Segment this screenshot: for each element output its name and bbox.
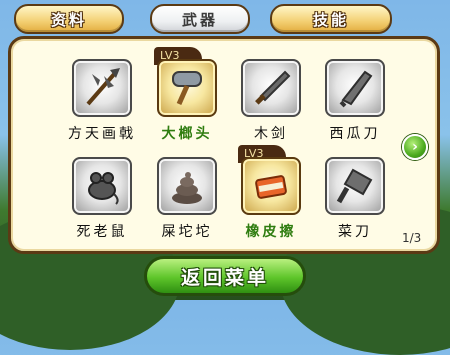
- tab-weapons-label: 武器: [181, 10, 218, 29]
- weapon-slot-hammer[interactable]: LV3 大榔头: [148, 47, 226, 145]
- dead-rat-icon: [72, 157, 132, 215]
- hammer-icon: [157, 59, 217, 117]
- tab-skills[interactable]: 技能: [270, 4, 392, 34]
- wooden-sword-icon: [241, 59, 301, 117]
- weapon-name: 死老鼠: [76, 224, 128, 240]
- tab-profile-label: 资料: [50, 10, 87, 29]
- weapon-name: 木剑: [254, 126, 288, 142]
- weapon-slot-wooden-sword[interactable]: 木剑: [232, 47, 310, 145]
- weapon-slot-cleaver[interactable]: 菜刀: [316, 145, 394, 243]
- cleaver-icon: [325, 157, 385, 215]
- weapon-name: 西瓜刀: [329, 126, 381, 142]
- page-indicator: 1/3: [402, 231, 422, 245]
- weapon-slot-eraser[interactable]: LV3 橡皮擦: [232, 145, 310, 243]
- weapon-slot-dead-rat[interactable]: 死老鼠: [63, 145, 141, 243]
- back-to-menu-label: 返回菜单: [180, 266, 269, 289]
- eraser-icon: [241, 157, 301, 215]
- machete-icon: [325, 59, 385, 117]
- tab-skills-label: 技能: [312, 10, 349, 29]
- weapon-name: 橡皮擦: [245, 224, 297, 240]
- next-page-button[interactable]: ›: [402, 134, 428, 160]
- weapon-name: 菜刀: [338, 224, 372, 240]
- tab-profile[interactable]: 资料: [14, 4, 124, 34]
- halberd-icon: [72, 59, 132, 117]
- poop-icon: [157, 157, 217, 215]
- chevron-right-icon: ›: [412, 139, 418, 155]
- weapon-name: 方天画戟: [68, 126, 136, 142]
- weapon-slot-poop[interactable]: 屎坨坨: [148, 145, 226, 243]
- weapon-name: 屎坨坨: [161, 224, 213, 240]
- tab-weapons[interactable]: 武器: [150, 4, 250, 34]
- back-to-menu-button[interactable]: 返回菜单: [144, 256, 306, 296]
- weapon-slot-machete[interactable]: 西瓜刀: [316, 47, 394, 145]
- weapon-panel: 方天画戟 LV3 大榔头 木剑 西瓜刀 死老鼠 屎坨坨 LV3 橡皮擦 菜刀: [8, 36, 440, 254]
- weapon-name: 大榔头: [161, 126, 213, 142]
- tab-bar: 资料 武器 技能: [0, 4, 450, 34]
- weapon-slot-halberd[interactable]: 方天画戟: [63, 47, 141, 145]
